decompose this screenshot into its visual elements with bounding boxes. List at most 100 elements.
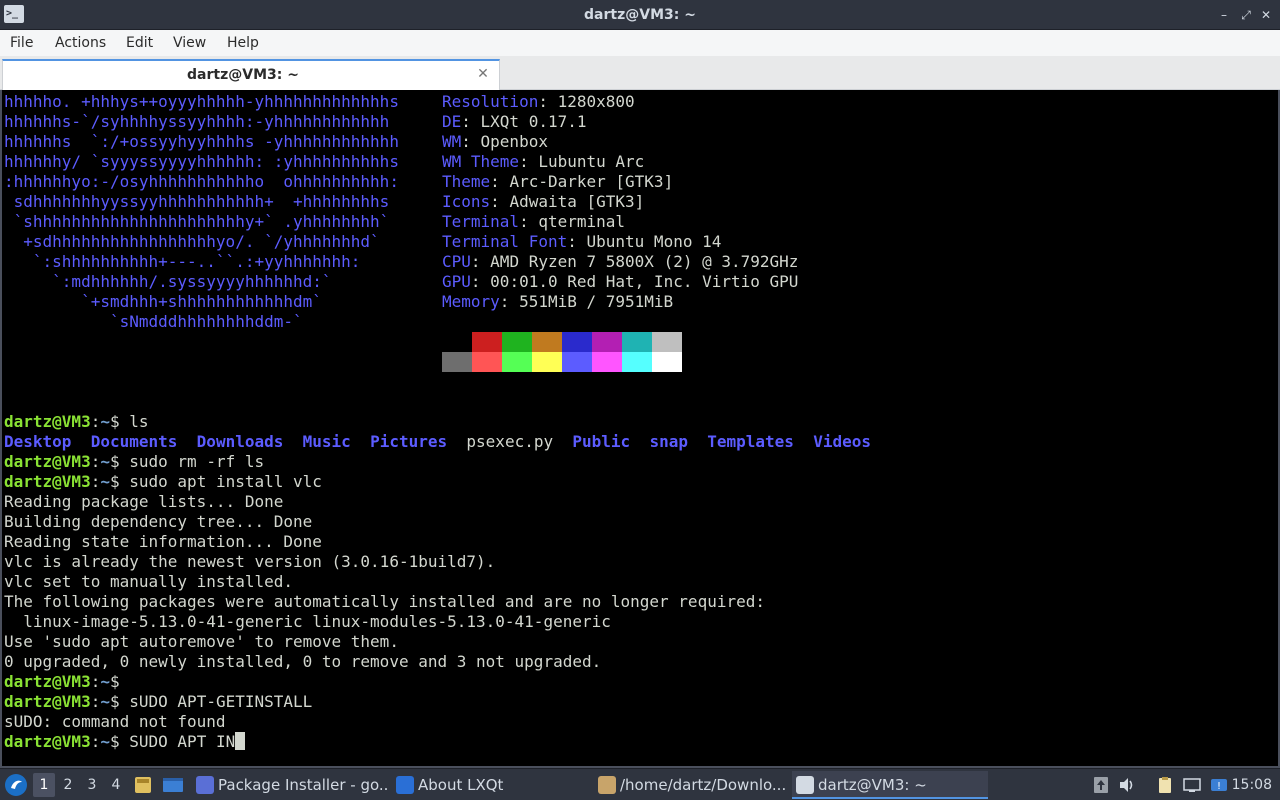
color-swatch (502, 332, 532, 352)
terminal-output[interactable]: hhhhho. +hhhys++oyyyhhhhh-yhhhhhhhhhhhhh… (0, 90, 1280, 768)
menu-actions[interactable]: Actions (55, 30, 106, 56)
title-bar[interactable]: >_ dartz@VM3: ~ – ⤢ ✕ (0, 0, 1280, 30)
maximize-button[interactable]: ⤢ (1236, 5, 1256, 25)
task-app-icon (598, 776, 616, 794)
info-value: AMD Ryzen 7 5800X (2) @ 3.792GHz (490, 252, 799, 271)
directory-entry: Public (572, 432, 631, 451)
close-button[interactable]: ✕ (1256, 5, 1276, 25)
logo-line: `:mdhhhhhh/.syssyyyyhhhhhhd:` (4, 272, 332, 291)
task-label: /home/dartz/Downlo... (620, 776, 787, 794)
directory-entry: Downloads (196, 432, 284, 451)
update-notifier-icon[interactable] (1092, 776, 1110, 794)
prompt-user: dartz@VM3 (4, 692, 91, 711)
color-swatch (532, 352, 562, 372)
menu-help[interactable]: Help (227, 30, 259, 56)
command-text: sUDO APT-GETINSTALL (119, 692, 313, 711)
workspace-button[interactable]: 2 (57, 773, 79, 797)
logo-line: `+smdhhh+shhhhhhhhhhhhdm` (4, 292, 322, 311)
minimize-button[interactable]: – (1214, 5, 1234, 25)
output-line: vlc is already the newest version (3.0.1… (4, 552, 496, 571)
command-text: sudo rm -rf ls (119, 452, 265, 471)
workspace-button[interactable]: 3 (81, 773, 103, 797)
tab-terminal[interactable]: dartz@VM3: ~ ✕ (2, 59, 500, 90)
terminal-app-icon: >_ (4, 5, 24, 23)
prompt-sep: : (90, 452, 101, 471)
command-text: sudo apt install vlc (119, 472, 322, 491)
show-desktop-icon[interactable] (134, 775, 152, 795)
directory-entry: Music (302, 432, 351, 451)
color-swatch (562, 352, 592, 372)
logo-line: `sNmdddhhhhhhhhddm-` (4, 312, 303, 331)
info-key: Terminal Font (442, 232, 568, 251)
info-line: WM Theme: Lubuntu Arc (442, 152, 644, 172)
task-app-icon (396, 776, 414, 794)
output-line: vlc set to manually installed. (4, 572, 293, 591)
color-swatch (652, 332, 682, 352)
info-colon: : (499, 292, 520, 311)
task-label: dartz@VM3: ~ (818, 776, 927, 794)
ls-output: Desktop Documents Downloads Music Pictur… (4, 432, 871, 452)
prompt-sep: : (90, 412, 101, 431)
info-key: Memory (442, 292, 500, 311)
menu-file[interactable]: File (10, 30, 33, 56)
info-colon: : (470, 272, 491, 291)
info-line: Memory: 551MiB / 7951MiB (442, 292, 673, 312)
info-colon: : (519, 152, 539, 171)
info-value: LXQt 0.17.1 (480, 112, 587, 131)
clock[interactable]: 15:08 (1232, 769, 1272, 800)
logo-line: `:shhhhhhhhhh+---..``.:+yyhhhhhhh: (4, 252, 361, 271)
prompt-sep: : (90, 732, 101, 751)
info-colon: : (519, 212, 539, 231)
menu-view[interactable]: View (173, 30, 206, 56)
menu-bar: File Actions Edit View Help (0, 30, 1280, 56)
clipboard-icon[interactable] (1156, 776, 1174, 794)
task-label: About LXQt (418, 776, 504, 794)
desktop-switch-icon[interactable] (162, 775, 184, 795)
workspace-button[interactable]: 4 (105, 773, 127, 797)
command-line: dartz@VM3:~$ sUDO APT-GETINSTALL (4, 692, 312, 712)
info-value: Ubuntu Mono 14 (586, 232, 722, 251)
command-line: dartz@VM3:~$ (4, 672, 120, 692)
workspace-button[interactable]: 1 (33, 773, 55, 797)
info-key: Resolution (442, 92, 539, 111)
logo-line: +sdhhhhhhhhhhhhhhhhhyo/. `/yhhhhhhhd` (4, 232, 380, 251)
color-swatch (592, 332, 622, 352)
info-line: Theme: Arc-Darker [GTK3] (442, 172, 673, 192)
info-line: CPU: AMD Ryzen 7 5800X (2) @ 3.792GHz (442, 252, 798, 272)
prompt-path: ~ (100, 732, 110, 751)
output-line: linux-image-5.13.0-41-generic linux-modu… (4, 612, 611, 631)
info-colon: : (461, 132, 481, 151)
menu-edit[interactable]: Edit (126, 30, 153, 56)
logo-line: `shhhhhhhhhhhhhhhhhhhhhhy+` .yhhhhhhhh` (4, 212, 390, 231)
taskbar-task[interactable]: About LXQt (392, 771, 592, 799)
color-swatch (622, 352, 652, 372)
color-swatch (502, 352, 532, 372)
notifications-icon[interactable]: ! (1210, 776, 1228, 794)
info-line: Terminal: qterminal (442, 212, 625, 232)
info-line: WM: Openbox (442, 132, 548, 152)
prompt-path: ~ (100, 452, 110, 471)
directory-entry: snap (649, 432, 688, 451)
info-line: Resolution: 1280x800 (442, 92, 635, 112)
prompt-user: dartz@VM3 (4, 472, 91, 491)
info-value: qterminal (538, 212, 626, 231)
info-value: 551MiB / 7951MiB (519, 292, 674, 311)
directory-entry: Videos (813, 432, 871, 451)
taskbar-task[interactable]: /home/dartz/Downlo... (594, 771, 790, 799)
tab-label: dartz@VM3: ~ (187, 67, 299, 83)
logo-line: hhhhhhs-`/syhhhhyssyyhhhh:-yhhhhhhhhhhhh (4, 112, 390, 131)
start-menu-button[interactable] (4, 773, 28, 797)
logo-line: hhhhho. +hhhys++oyyyhhhhh-yhhhhhhhhhhhhh… (4, 92, 399, 111)
taskbar-task[interactable]: Package Installer - go... (192, 771, 388, 799)
output-line: 0 upgraded, 0 newly installed, 0 to remo… (4, 652, 602, 671)
color-swatch (472, 352, 502, 372)
tab-close-icon[interactable]: ✕ (475, 65, 491, 83)
info-value: Adwaita [GTK3] (509, 192, 645, 211)
volume-icon[interactable] (1118, 776, 1136, 794)
tab-bar: dartz@VM3: ~ ✕ (0, 56, 1280, 90)
taskbar-task[interactable]: dartz@VM3: ~ (792, 771, 988, 799)
network-icon[interactable] (1183, 776, 1201, 794)
info-key: Terminal (442, 212, 520, 231)
prompt-path: ~ (100, 412, 110, 431)
info-colon: : (470, 252, 491, 271)
